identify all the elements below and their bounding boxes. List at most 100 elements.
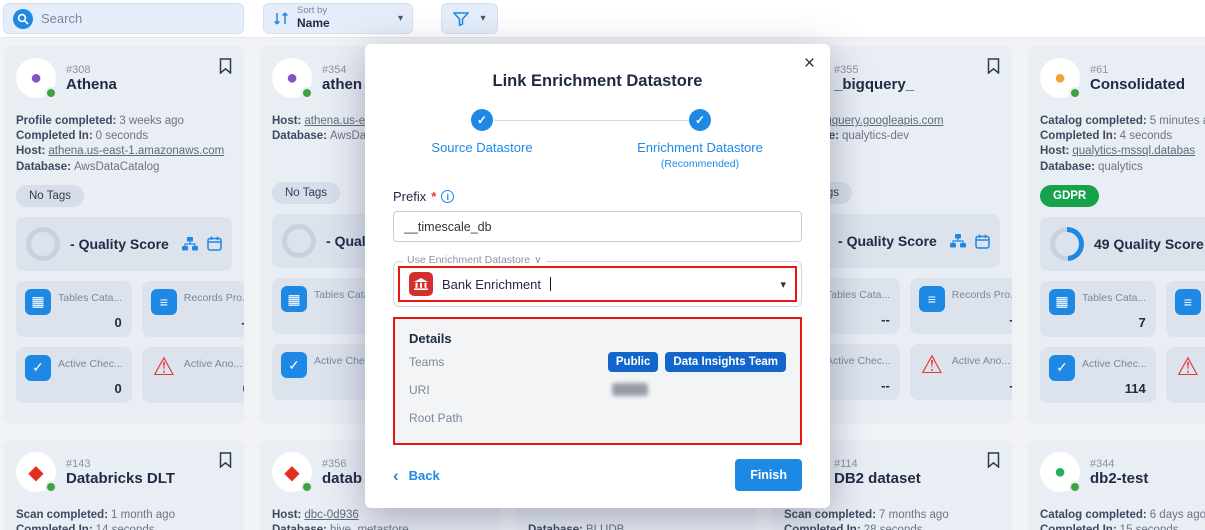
records-icon: ≡ [151, 289, 177, 315]
info-line: Database:qualytics [1040, 160, 1205, 175]
info-label: Catalog completed: [1040, 115, 1147, 127]
card-title-block: #356datab [322, 458, 362, 487]
warning-icon: ⚠ [919, 352, 945, 378]
stat-label: Active Ano... [952, 352, 1010, 378]
host-link[interactable]: athena.us-east-1.amazonaws.com [48, 145, 224, 157]
step-enrichment-datastore[interactable]: ✓ Enrichment Datastore (Recommended) [615, 109, 785, 170]
datastore-name: athen [322, 76, 362, 93]
datastore-id: #114 [834, 458, 921, 470]
host-link[interactable]: dbc-0d936 [304, 509, 358, 521]
quality-score-value: 49 [1094, 236, 1110, 252]
root-path-label: Root Path [409, 411, 462, 425]
gauge-inner [31, 232, 55, 256]
stat-value: -- [881, 312, 890, 327]
stat-top: ⚠ Active Ano... [919, 352, 1012, 378]
table-icon: ▦ [281, 286, 307, 312]
close-icon[interactable]: × [804, 54, 815, 73]
stat-tile: ≡Records Pro... [1166, 281, 1205, 337]
datastore-card[interactable]: ●#308AthenaProfile completed:3 weeks ago… [4, 46, 244, 424]
bookmark-icon[interactable] [987, 58, 1000, 79]
info-value: 4 seconds [1120, 130, 1172, 142]
quality-score-value: - [838, 233, 843, 249]
host-link[interactable]: qualytics-mssql.databas [1072, 145, 1195, 157]
bookmark-icon[interactable] [219, 452, 232, 473]
quality-score-value: - [326, 233, 331, 249]
info-line: Profile completed:3 weeks ago [16, 114, 232, 129]
stat-value: 7 [1139, 315, 1146, 330]
datastore-card[interactable]: ●#61ConsolidatedCatalog completed:5 minu… [1028, 46, 1205, 424]
stat-tile: ▦Tables Cata...7 [1040, 281, 1156, 337]
datastore-name: _bigquery_ [834, 76, 914, 93]
finish-button[interactable]: Finish [735, 459, 802, 491]
prefix-input[interactable] [393, 211, 802, 242]
bookmark-icon[interactable] [987, 452, 1000, 473]
calendar-icon[interactable] [207, 236, 222, 251]
info-line [528, 508, 744, 523]
gauge-inner [287, 229, 311, 253]
stat-label: Active Ano... [184, 355, 242, 381]
stat-label: Tables Cata... [826, 286, 890, 312]
datastore-card[interactable]: ◆#143Databricks DLTScan completed:1 mont… [4, 440, 244, 530]
stat-top: ▦Tables Cata... [1049, 289, 1147, 315]
info-line: Completed In:0 seconds [16, 129, 232, 144]
step-label: Enrichment Datastore [637, 140, 763, 156]
info-line: Scan completed:7 months ago [784, 508, 1000, 523]
datastore-id: #61 [1090, 64, 1185, 76]
enrichment-datastore-select[interactable]: Bank Enrichment ▾ [398, 266, 797, 302]
hierarchy-icon[interactable] [182, 237, 198, 251]
step-source-datastore[interactable]: ✓ Source Datastore [397, 109, 567, 156]
datastore-glyph: ● [1054, 461, 1066, 484]
datastore-card[interactable]: ●#344db2-testCatalog completed:6 days ag… [1028, 440, 1205, 530]
warning-icon: ⚠ [1175, 355, 1201, 381]
stat-top: ⚠Active Ano... [151, 355, 244, 381]
stat-value: -- [1009, 312, 1012, 327]
stat-value: -- [881, 378, 890, 393]
sort-dropdown[interactable]: Sort by Name ▾ [263, 3, 413, 34]
info-label: Database: [16, 161, 71, 173]
back-label: Back [409, 468, 440, 483]
stat-top: ≡Records Pro... [919, 286, 1012, 312]
gauge-inner [1055, 232, 1079, 256]
card-info-lines: Catalog completed:6 days agoCompleted In… [1040, 508, 1205, 530]
info-label: Database: [272, 524, 327, 530]
prefix-label-text: Prefix [393, 189, 426, 204]
check-icon: ✓ [471, 109, 493, 131]
bookmark-icon[interactable] [219, 58, 232, 79]
info-value: 3 weeks ago [119, 115, 184, 127]
card-info-lines: Profile completed:3 weeks agoCompleted I… [16, 114, 232, 175]
stat-value: 0 [115, 381, 122, 396]
bank-enrichment-icon [409, 272, 433, 296]
stat-label: Active Chec... [826, 352, 891, 378]
host-link[interactable]: athena.us-e [304, 115, 365, 127]
stat-tile: ⚠Active Ano...0 [142, 347, 244, 403]
stat-tile: ⚠Active Ano...-- [910, 344, 1012, 400]
calendar-icon[interactable] [975, 234, 990, 249]
info-line: Completed In:28 seconds [784, 523, 1000, 530]
stat-tile: ✓Active Chec...0 [16, 347, 132, 403]
datastore-icon: ● [1040, 58, 1080, 98]
back-button[interactable]: ‹ Back [393, 467, 440, 484]
step-label: Source Datastore [431, 140, 532, 156]
filter-dropdown[interactable]: ▾ [441, 3, 498, 34]
search-icon [13, 9, 33, 29]
stat-tile: ≡Records Pro...-- [142, 281, 244, 337]
info-value: 14 seconds [96, 524, 155, 530]
datastore-glyph: ● [30, 67, 42, 90]
card-info-lines: Catalog completed:5 minutes agoCompleted… [1040, 114, 1205, 175]
status-dot [1069, 87, 1081, 99]
status-dot [45, 87, 57, 99]
teams-row: Teams Public Data Insights Team [409, 349, 786, 374]
search-input[interactable] [41, 11, 234, 26]
info-label: Completed In: [16, 524, 93, 530]
sort-icon [273, 11, 289, 26]
datastore-id: #344 [1090, 458, 1148, 470]
stat-tile: ⚠Active Ano... [1166, 347, 1205, 403]
teams-label: Teams [409, 355, 444, 369]
hierarchy-icon[interactable] [950, 234, 966, 248]
host-link[interactable]: bigquery.googleapis.com [816, 115, 943, 127]
datastore-glyph: ● [1054, 67, 1066, 90]
info-icon[interactable]: i [441, 190, 454, 203]
quality-gauge-icon [26, 227, 60, 261]
search-box[interactable] [3, 3, 244, 34]
table-icon: ▦ [25, 289, 51, 315]
